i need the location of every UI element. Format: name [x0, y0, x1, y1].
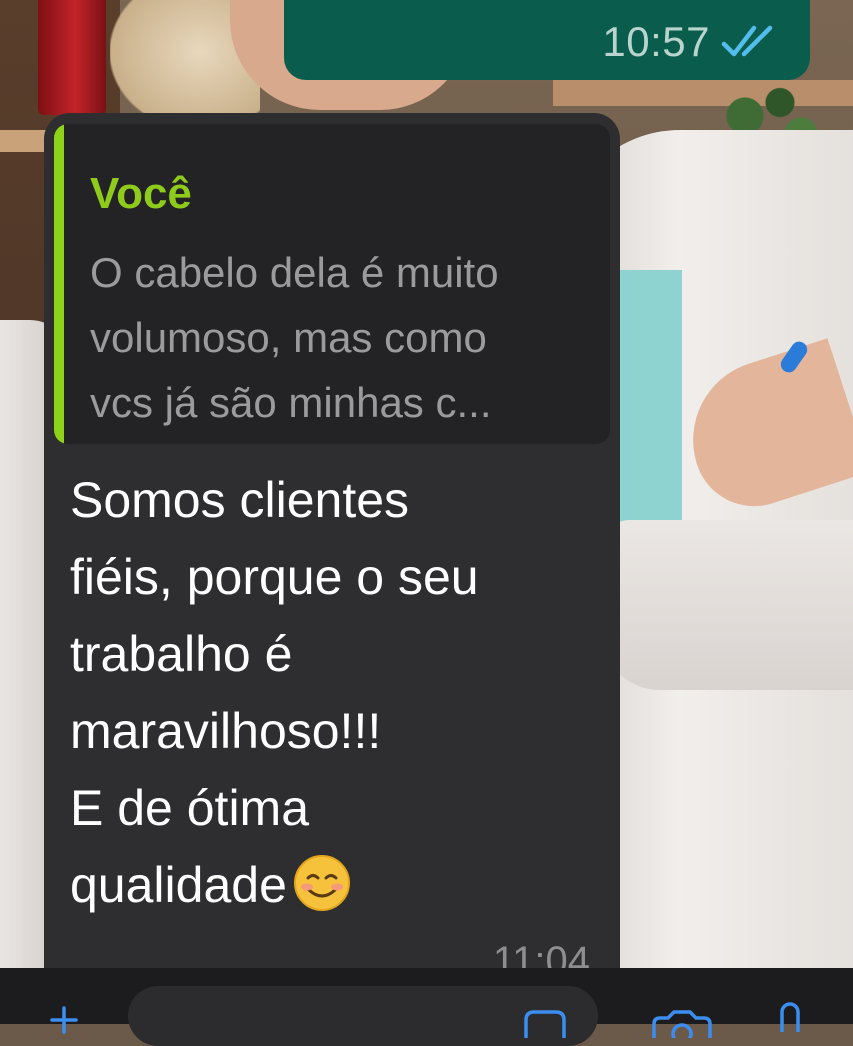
sticker-icon[interactable]: [522, 1008, 568, 1038]
quoted-reply-author: Você: [90, 169, 192, 218]
incoming-message-bubble[interactable]: Você O cabelo dela é muito volumoso, mas…: [44, 113, 620, 993]
message-input-bar: [0, 968, 853, 1046]
incoming-message-body: Somos clientes fiéis, porque o seu traba…: [70, 472, 479, 913]
plus-icon[interactable]: [50, 1006, 78, 1034]
outgoing-message-bubble[interactable]: 10:57: [284, 0, 810, 80]
quoted-reply-text: O cabelo dela é muito volumoso, mas como…: [90, 249, 499, 426]
wallpaper-arm: [600, 520, 853, 690]
mic-icon[interactable]: [773, 1002, 807, 1032]
outgoing-message-meta: 10:57: [602, 18, 780, 66]
quoted-reply[interactable]: Você O cabelo dela é muito volumoso, mas…: [54, 124, 610, 444]
incoming-message-text: Somos clientes fiéis, porque o seu traba…: [70, 462, 590, 924]
wallpaper-shirt: [612, 270, 682, 530]
message-input-field[interactable]: [128, 986, 598, 1046]
outgoing-message-time: 10:57: [602, 18, 710, 65]
smiling-face-icon: [293, 855, 350, 911]
quoted-reply-accent-bar: [54, 124, 64, 444]
double-check-icon: [721, 25, 773, 57]
wallpaper-bottle: [38, 0, 106, 115]
camera-icon[interactable]: [650, 1008, 714, 1038]
